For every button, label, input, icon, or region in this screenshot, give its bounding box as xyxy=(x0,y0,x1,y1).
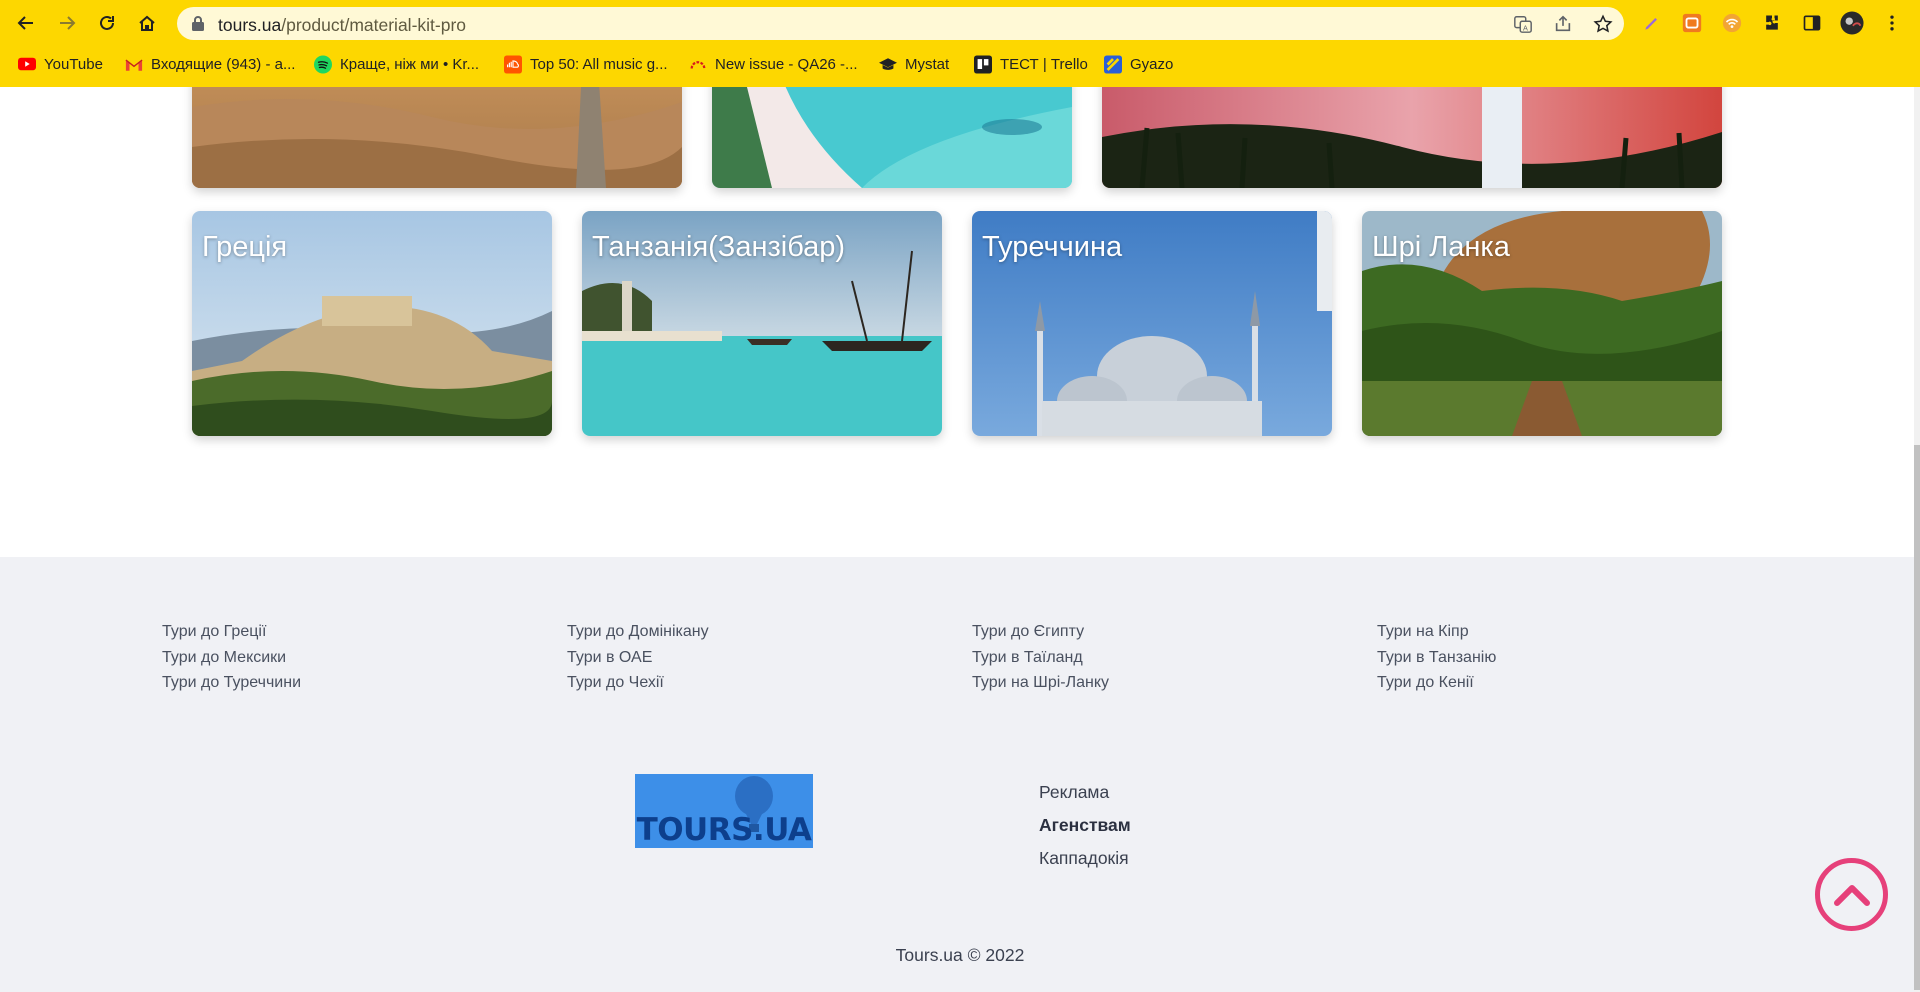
spotify-icon xyxy=(314,55,332,73)
browser-chrome: tours.ua/product/material-kit-pro A YouT… xyxy=(0,0,1920,87)
bookmark-label: ТЕСТ | Trello xyxy=(1000,55,1088,73)
bookmark-star-icon[interactable] xyxy=(1592,13,1614,35)
footer-link[interactable]: Тури в Таїланд xyxy=(972,645,1109,671)
destination-card-dubai[interactable] xyxy=(1102,87,1722,188)
trello-icon xyxy=(974,55,992,73)
footer-link[interactable]: Тури на Шрі-Ланку xyxy=(972,670,1109,696)
side-panel-icon[interactable] xyxy=(1800,11,1824,35)
scrollbar-thumb[interactable] xyxy=(1914,445,1920,990)
pen-extension-icon[interactable] xyxy=(1640,11,1664,35)
destination-title: Греція xyxy=(202,231,288,263)
destination-card-turkey[interactable]: Туреччина xyxy=(972,211,1332,436)
bookmark-label: New issue - QA26 -... xyxy=(715,55,858,73)
footer-link[interactable]: Тури до Домінікану xyxy=(567,619,709,645)
beach-image xyxy=(712,87,1072,188)
destination-title: Шрі Ланка xyxy=(1372,231,1510,263)
copyright: Tours.ua © 2022 xyxy=(895,945,1025,965)
bookmark-label: Mystat xyxy=(905,55,950,73)
destination-card-sri-lanka[interactable]: Шрі Ланка xyxy=(1362,211,1722,436)
forward-button[interactable] xyxy=(51,7,83,39)
destination-title: Танзанія(Занзібар) xyxy=(592,231,846,263)
bookmark-label: Top 50: All music g... xyxy=(530,55,668,73)
svg-text:A: A xyxy=(1523,23,1528,32)
bookmark-jira[interactable]: New issue - QA26 -... xyxy=(689,52,858,76)
home-icon xyxy=(139,15,155,31)
reload-icon xyxy=(100,15,114,30)
share-icon[interactable] xyxy=(1552,13,1574,35)
footer-link[interactable]: Тури до Греції xyxy=(162,619,301,645)
bookmark-gmail[interactable]: Входящие (943) - a... xyxy=(125,52,295,76)
screenshot-extension-icon[interactable] xyxy=(1680,11,1704,35)
home-button[interactable] xyxy=(131,7,163,39)
scroll-to-top-button[interactable] xyxy=(1815,858,1888,931)
bookmark-label: Краще, ніж ми • Kr... xyxy=(340,55,480,73)
bookmark-label: Входящие (943) - a... xyxy=(151,55,296,73)
gmail-icon xyxy=(125,55,143,73)
footer-link[interactable]: Тури до Єгипту xyxy=(972,619,1109,645)
soundcloud-icon xyxy=(504,55,522,73)
translate-icon[interactable]: A xyxy=(1512,13,1534,35)
bookmark-soundcloud[interactable]: Top 50: All music g... xyxy=(504,52,668,76)
footer-link[interactable]: Тури на Кіпр xyxy=(1377,619,1496,645)
lock-icon xyxy=(192,16,204,31)
url-path: /product/material-kit-pro xyxy=(281,15,467,35)
footer-link[interactable]: Тури до Чехії xyxy=(567,670,709,696)
bookmark-spotify[interactable]: Краще, ніж ми • Kr... xyxy=(314,52,479,76)
address-bar[interactable]: tours.ua/product/material-kit-pro A xyxy=(177,7,1624,40)
footer: Тури до Греції Тури до Мексики Тури до Т… xyxy=(0,557,1920,992)
profile-avatar-icon[interactable] xyxy=(1840,11,1864,35)
jira-icon xyxy=(689,55,707,73)
destination-card-beach[interactable] xyxy=(712,87,1072,188)
graduation-cap-icon xyxy=(879,55,897,73)
destination-title: Туреччина xyxy=(982,231,1123,263)
bookmark-mystat[interactable]: Mystat xyxy=(879,52,949,76)
bookmark-label: YouTube xyxy=(44,55,103,73)
advertising-link[interactable]: Реклама xyxy=(1039,776,1131,809)
toolbar: tours.ua/product/material-kit-pro A xyxy=(0,0,1920,46)
footer-link[interactable]: Тури в Танзанію xyxy=(1377,645,1496,671)
footer-column-4: Тури на Кіпр Тури в Танзанію Тури до Кен… xyxy=(1377,619,1496,696)
footer-secondary-links: Реклама Агенствам Каппадокія xyxy=(1039,776,1131,875)
bookmark-youtube[interactable]: YouTube xyxy=(18,52,103,76)
footer-column-2: Тури до Домінікану Тури в ОАЕ Тури до Че… xyxy=(567,619,709,696)
reload-button[interactable] xyxy=(91,7,123,39)
agencies-link[interactable]: Агенствам xyxy=(1039,809,1131,842)
page-content: Греція Танзанія(Занзібар) Туреччина Шрі … xyxy=(0,87,1920,992)
footer-link[interactable]: Тури до Туреччини xyxy=(162,670,301,696)
url-host: tours.ua xyxy=(218,15,282,35)
footer-link[interactable]: Тури до Кенії xyxy=(1377,670,1496,696)
menu-dots-icon[interactable] xyxy=(1880,11,1904,35)
cappadocia-link[interactable]: Каппадокія xyxy=(1039,842,1131,875)
arrow-right-icon xyxy=(60,16,76,30)
desert-image xyxy=(192,87,682,188)
footer-link[interactable]: Тури в ОАЕ xyxy=(567,645,709,671)
site-logo[interactable]: TOURS.UA xyxy=(635,774,813,848)
footer-column-1: Тури до Греції Тури до Мексики Тури до Т… xyxy=(162,619,301,696)
url-text: tours.ua/product/material-kit-pro xyxy=(218,15,466,36)
bookmarks-bar: YouTube Входящие (943) - a... Краще, ніж… xyxy=(0,50,1920,78)
gyazo-icon xyxy=(1104,55,1122,73)
bookmark-label: Gyazo xyxy=(1130,55,1174,73)
wifi-extension-icon[interactable] xyxy=(1720,11,1744,35)
destination-card-desert[interactable] xyxy=(192,87,682,188)
logo-text: TOURS.UA xyxy=(636,812,812,848)
destination-card-zanzibar[interactable]: Танзанія(Занзібар) xyxy=(582,211,942,436)
footer-column-3: Тури до Єгипту Тури в Таїланд Тури на Шр… xyxy=(972,619,1109,696)
bookmark-gyazo[interactable]: Gyazo xyxy=(1104,52,1173,76)
footer-link[interactable]: Тури до Мексики xyxy=(162,645,301,671)
dubai-image xyxy=(1102,87,1722,188)
bookmark-trello[interactable]: ТЕСТ | Trello xyxy=(974,52,1088,76)
puzzle-icon[interactable] xyxy=(1760,11,1784,35)
back-button[interactable] xyxy=(10,7,42,39)
chevron-up-icon xyxy=(1833,884,1870,906)
arrow-left-icon xyxy=(17,16,33,30)
youtube-icon xyxy=(18,55,36,73)
destination-card-greece[interactable]: Греція xyxy=(192,211,552,436)
